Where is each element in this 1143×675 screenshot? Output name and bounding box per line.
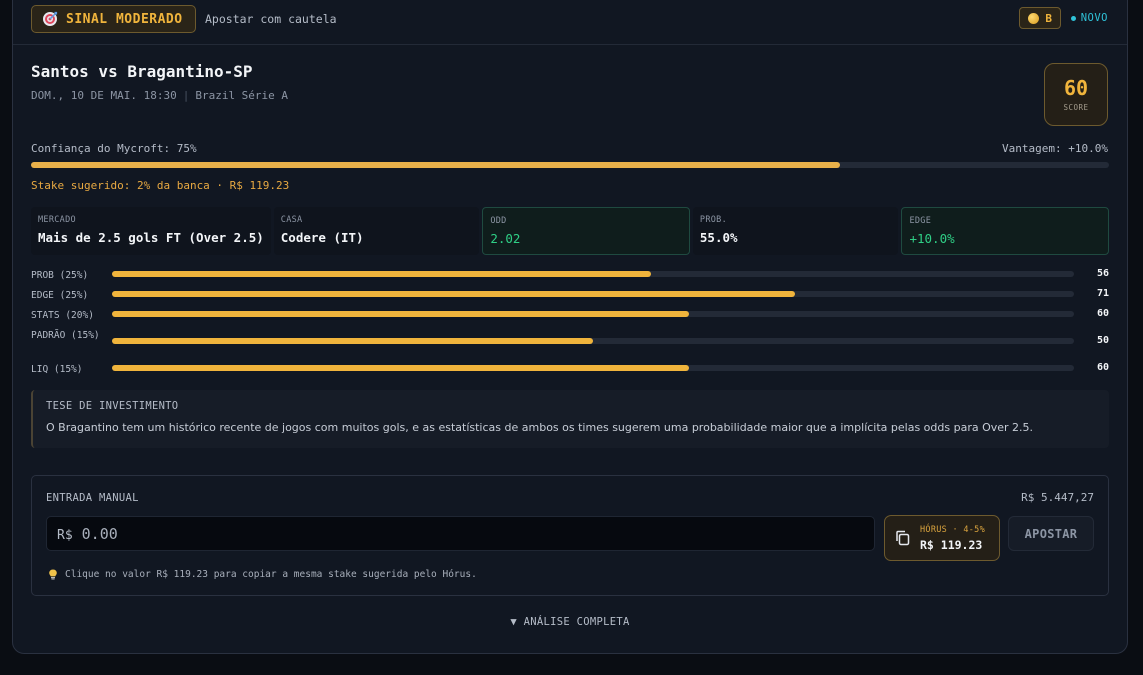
edge-label: Vantagem: +10.0%	[1002, 142, 1108, 155]
metric-row: PADRÃO (15%) 50	[31, 327, 1109, 361]
grade-text: B	[1045, 11, 1052, 25]
info-caption: EDGE	[909, 216, 932, 226]
metric-row: LIQ (15%) 60	[31, 361, 1109, 381]
currency-label: R$	[57, 528, 73, 543]
thesis-title: TESE DE INVESTIMENTO	[46, 400, 179, 412]
manual-entry-title: ENTRADA MANUAL	[46, 492, 139, 504]
metric-bar	[112, 338, 1074, 344]
metric-row: STATS (20%) 60	[31, 307, 1109, 327]
signal-label: SINAL MODERADO	[66, 11, 183, 27]
horus-content: HÓRUS · 4-5% R$ 119.23	[920, 525, 985, 552]
metric-row: EDGE (25%) 71	[31, 287, 1109, 307]
match-datetime: DOM., 10 DE MAI. 18:30	[31, 89, 177, 102]
info-bookmaker: CASA Codere (IT)	[273, 207, 480, 255]
info-value: Codere (IT)	[280, 230, 364, 245]
bet-info-row: MERCADO Mais de 2.5 gols FT (Over 2.5) C…	[31, 207, 1110, 255]
metric-bar-fill	[112, 271, 651, 277]
manual-entry: ENTRADA MANUAL R$ 5.447,27 R$ HÓRUS · 4-…	[31, 475, 1109, 596]
stake-amount-field: R$	[46, 516, 875, 551]
confidence-label: Confiança do Mycroft: 75%	[31, 142, 197, 155]
match-title: Santos vs Bragantino-SP	[31, 62, 253, 81]
info-caption: PROB.	[699, 215, 727, 225]
copy-icon	[896, 530, 910, 546]
info-caption: CASA	[280, 215, 303, 225]
metric-bar	[112, 271, 1074, 277]
confidence-bar	[31, 162, 1109, 168]
dot-icon	[1070, 15, 1076, 21]
info-edge: EDGE +10.0%	[901, 207, 1110, 255]
score-value: 60	[1063, 75, 1089, 100]
match-meta: DOM., 10 DE MAI. 18:30 | Brazil Série A	[31, 89, 288, 102]
info-market: MERCADO Mais de 2.5 gols FT (Over 2.5)	[31, 207, 271, 255]
signal-badge: SINAL MODERADO	[31, 5, 196, 33]
metric-bar-fill	[112, 365, 690, 371]
metric-value: 60	[1096, 362, 1109, 373]
match-competition: Brazil Série A	[195, 89, 289, 102]
metric-label: PROB (25%)	[31, 270, 89, 281]
signal-card: SINAL MODERADO Apostar com cautela B NOV…	[12, 0, 1128, 654]
metric-value: 60	[1096, 308, 1109, 319]
metric-bar	[112, 291, 1074, 297]
metric-bar	[112, 311, 1074, 317]
info-value: 55.0%	[699, 230, 738, 245]
info-caption: ODD	[490, 216, 507, 226]
signal-subtitle: Apostar com cautela	[205, 12, 337, 26]
suggested-stake: Stake sugerido: 2% da banca · R$ 119.23	[31, 179, 290, 192]
copy-hint-text: Clique no valor R$ 119.23 para copiar a …	[65, 569, 477, 580]
metric-value: 71	[1096, 288, 1109, 299]
coin-icon	[1028, 12, 1040, 24]
full-analysis-toggle[interactable]: ▼ ANÁLISE COMPLETA	[13, 616, 1127, 628]
target-icon	[43, 11, 58, 26]
horus-caption: HÓRUS · 4-5%	[920, 524, 986, 535]
metric-value: 50	[1096, 335, 1109, 346]
metric-bar-fill	[112, 338, 593, 344]
metric-label: PADRÃO (15%)	[31, 330, 100, 341]
info-odd: ODD 2.02	[482, 207, 690, 255]
metric-row: PROB (25%) 56	[31, 267, 1109, 287]
lightbulb-icon	[49, 569, 57, 580]
account-balance: R$ 5.447,27	[1021, 491, 1094, 504]
score-breakdown: PROB (25%) 56 EDGE (25%) 71 STATS (20%) …	[31, 267, 1109, 381]
copy-hint: Clique no valor R$ 119.23 para copiar a …	[48, 569, 477, 580]
info-value: +10.0%	[909, 231, 955, 246]
thesis-text: O Bragantino tem um histórico recente de…	[46, 421, 1034, 434]
grade-badge: B	[1019, 7, 1061, 29]
metric-bar-fill	[112, 311, 690, 317]
new-tag-label: NOVO	[1080, 12, 1108, 24]
investment-thesis: TESE DE INVESTIMENTO O Bragantino tem um…	[31, 390, 1109, 448]
stake-amount-input[interactable]	[81, 524, 782, 543]
info-probability: PROB. 55.0%	[692, 207, 899, 255]
new-tag: NOVO	[1070, 12, 1108, 24]
confidence-bar-fill	[31, 162, 840, 168]
horus-stake-value: R$ 119.23	[920, 537, 983, 552]
metric-label: STATS (20%)	[31, 310, 94, 321]
info-value: Mais de 2.5 gols FT (Over 2.5)	[38, 230, 264, 245]
metric-label: EDGE (25%)	[31, 290, 89, 301]
score-label: SCORE	[1063, 102, 1089, 112]
metric-value: 56	[1096, 268, 1109, 279]
place-bet-button[interactable]: APOSTAR	[1008, 516, 1094, 551]
metric-label: LIQ (15%)	[31, 364, 83, 375]
card-header: SINAL MODERADO Apostar com cautela B NOV…	[13, 1, 1127, 45]
score-box: 60 SCORE	[1044, 63, 1108, 126]
copy-horus-stake-button[interactable]: HÓRUS · 4-5% R$ 119.23	[884, 515, 1000, 561]
metric-bar	[112, 365, 1074, 371]
metric-bar-fill	[112, 291, 796, 297]
info-value: 2.02	[490, 231, 521, 246]
info-caption: MERCADO	[38, 215, 76, 225]
meta-separator: |	[182, 89, 190, 102]
